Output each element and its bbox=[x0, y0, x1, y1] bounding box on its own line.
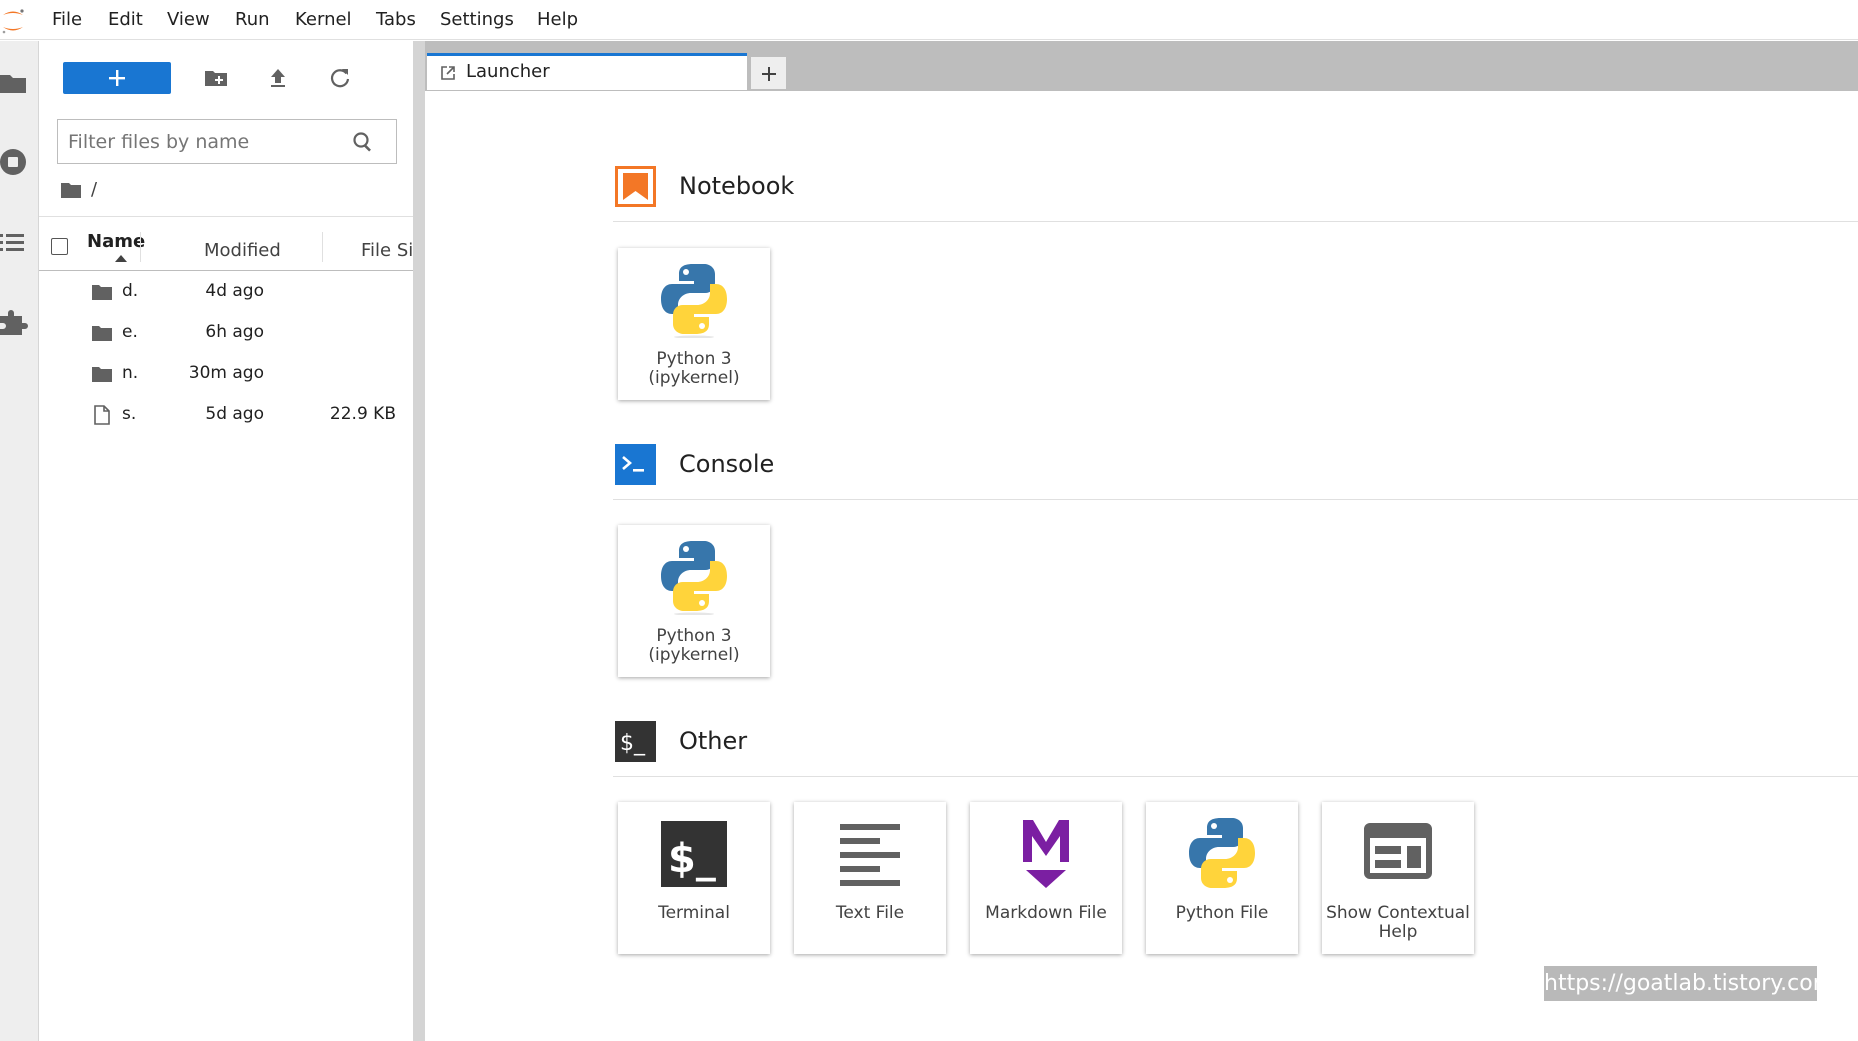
launcher-card-notebook-python3[interactable]: Python 3 (ipykernel) bbox=[618, 248, 770, 400]
card-label: Show Contextual Help bbox=[1326, 903, 1470, 942]
launcher-card-text-file[interactable]: Text File bbox=[794, 802, 946, 954]
launcher-card-console-python3[interactable]: Python 3 (ipykernel) bbox=[618, 525, 770, 677]
column-separator[interactable] bbox=[140, 232, 141, 262]
notebook-icon bbox=[615, 166, 656, 207]
section-title-console: Console bbox=[679, 450, 775, 478]
terminal-icon: $_ bbox=[661, 821, 727, 887]
menu-tabs[interactable]: Tabs bbox=[376, 9, 416, 31]
activity-bar bbox=[0, 41, 39, 1041]
column-header-file-size[interactable]: File Size bbox=[361, 240, 413, 261]
file-listing-header: Name Modified File Size bbox=[39, 216, 413, 271]
add-tab-button[interactable] bbox=[750, 56, 787, 90]
new-folder-icon[interactable] bbox=[203, 65, 229, 91]
menu-kernel[interactable]: Kernel bbox=[295, 9, 352, 31]
tab-label: Launcher bbox=[466, 61, 550, 82]
python-logo-icon bbox=[661, 541, 727, 615]
column-separator[interactable] bbox=[322, 232, 323, 262]
python-logo-icon bbox=[661, 264, 727, 338]
menu-bar: File Edit View Run Kernel Tabs Settings … bbox=[0, 0, 1858, 40]
file-name: d. bbox=[122, 281, 139, 301]
tab-launcher[interactable]: Launcher bbox=[427, 53, 747, 90]
launcher-card-python-file[interactable]: Python File bbox=[1146, 802, 1298, 954]
plus-icon bbox=[109, 70, 125, 86]
filter-box bbox=[57, 119, 397, 164]
menu-help[interactable]: Help bbox=[537, 9, 578, 31]
file-row[interactable]: e. 6h ago bbox=[39, 312, 413, 353]
running-sessions-icon[interactable] bbox=[0, 148, 28, 176]
card-label: Python 3 (ipykernel) bbox=[648, 626, 740, 665]
contextual-help-icon bbox=[1364, 823, 1432, 879]
file-row[interactable]: n. 30m ago bbox=[39, 353, 413, 394]
file-size: 22.9 KB bbox=[329, 404, 396, 424]
file-browser-panel: / Name Modified File Size d. 4d ago e. 6… bbox=[39, 41, 413, 1041]
menu-file[interactable]: File bbox=[52, 9, 82, 31]
file-modified: 6h ago bbox=[205, 322, 264, 342]
home-folder-icon[interactable] bbox=[61, 181, 83, 199]
upload-icon[interactable] bbox=[265, 65, 291, 91]
card-label: Text File bbox=[835, 903, 905, 923]
menu-settings[interactable]: Settings bbox=[440, 9, 514, 31]
jupyter-logo-icon[interactable] bbox=[0, 8, 26, 34]
markdown-icon bbox=[1023, 820, 1069, 888]
menu-edit[interactable]: Edit bbox=[108, 9, 143, 31]
section-divider bbox=[613, 776, 1858, 777]
console-icon bbox=[615, 444, 656, 485]
launcher-card-contextual-help[interactable]: Show Contextual Help bbox=[1322, 802, 1474, 954]
launcher-card-markdown-file[interactable]: Markdown File bbox=[970, 802, 1122, 954]
svg-text:$_: $_ bbox=[668, 836, 716, 882]
file-row[interactable]: d. 4d ago bbox=[39, 271, 413, 312]
extension-puzzle-icon[interactable] bbox=[0, 307, 28, 335]
breadcrumb-root[interactable]: / bbox=[91, 179, 97, 200]
menu-view[interactable]: View bbox=[167, 9, 210, 31]
file-row[interactable]: s. 5d ago 22.9 KB bbox=[39, 394, 413, 435]
panel-splitter[interactable] bbox=[413, 41, 425, 1041]
folder-icon bbox=[92, 285, 112, 300]
python-logo-icon bbox=[1189, 818, 1255, 888]
filter-files-input[interactable] bbox=[58, 120, 348, 163]
menu-run[interactable]: Run bbox=[235, 9, 270, 31]
launcher-icon bbox=[441, 66, 455, 80]
other-terminal-icon: $_ bbox=[615, 721, 656, 762]
table-of-contents-icon[interactable] bbox=[0, 229, 28, 257]
card-label: Python File bbox=[1175, 903, 1269, 923]
file-modified: 5d ago bbox=[205, 404, 264, 424]
file-icon bbox=[94, 405, 110, 425]
file-name: e. bbox=[122, 322, 138, 342]
column-header-name[interactable]: Name bbox=[87, 231, 145, 252]
new-launcher-button[interactable] bbox=[63, 62, 171, 94]
section-title-other: Other bbox=[679, 727, 748, 755]
folder-icon bbox=[92, 326, 112, 341]
sort-ascending-icon bbox=[115, 255, 127, 262]
file-modified: 4d ago bbox=[205, 281, 264, 301]
column-header-modified[interactable]: Modified bbox=[204, 240, 281, 261]
file-name: n. bbox=[122, 363, 139, 383]
select-all-checkbox[interactable] bbox=[51, 238, 68, 255]
section-title-notebook: Notebook bbox=[679, 172, 795, 200]
card-label: Markdown File bbox=[985, 903, 1107, 923]
svg-text:$_: $_ bbox=[620, 731, 646, 756]
folder-icon bbox=[92, 367, 112, 382]
file-modified: 30m ago bbox=[188, 363, 264, 383]
launcher-card-terminal[interactable]: $_ Terminal bbox=[618, 802, 770, 954]
plus-icon bbox=[762, 67, 776, 81]
search-icon[interactable] bbox=[351, 130, 375, 154]
tab-bar: Launcher bbox=[425, 41, 1858, 90]
section-divider bbox=[613, 221, 1858, 222]
card-label: Python 3 (ipykernel) bbox=[648, 349, 740, 388]
refresh-icon[interactable] bbox=[327, 65, 353, 91]
card-label: Terminal bbox=[658, 903, 730, 923]
section-divider bbox=[613, 499, 1858, 500]
folder-icon[interactable] bbox=[0, 69, 28, 97]
watermark: https://goatlab.tistory.com bbox=[1544, 966, 1817, 1001]
launcher-panel: Notebook Python 3 (ipykernel) Console Py… bbox=[425, 90, 1858, 1041]
text-file-icon bbox=[840, 824, 900, 886]
file-name: s. bbox=[122, 404, 137, 424]
